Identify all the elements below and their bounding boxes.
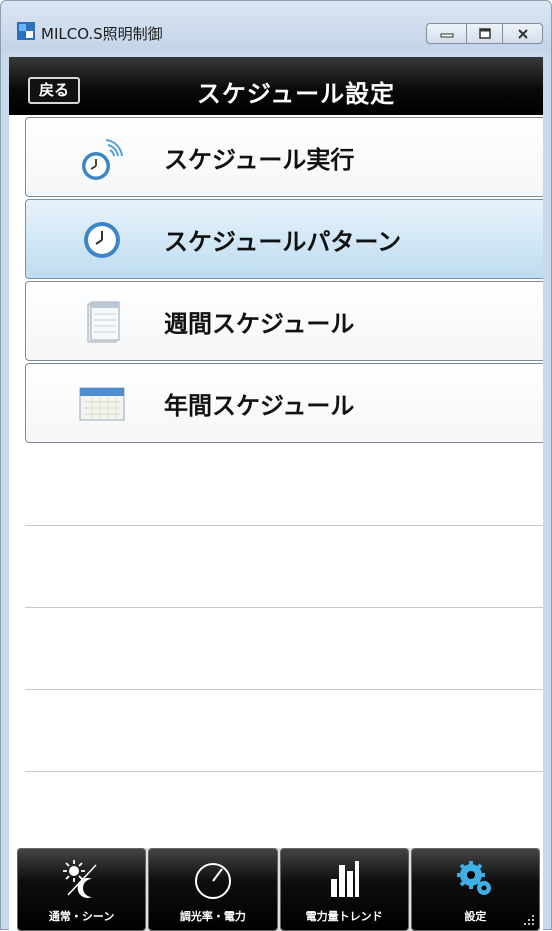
screen-header: 戻る スケジュール設定 bbox=[9, 57, 543, 115]
tab-label: 電力量トレンド bbox=[305, 910, 383, 923]
gear-icon bbox=[457, 861, 492, 895]
dial-gauge-icon bbox=[194, 863, 231, 899]
page-title: スケジュール設定 bbox=[196, 80, 396, 108]
client-area: 戻る スケジュール設定 スケジュール実行 スケジュールパターン 週間スケジュール… bbox=[9, 57, 543, 931]
menu-label: 週間スケジュール bbox=[164, 310, 355, 338]
title-bar[interactable]: MILCO.S照明制御 bbox=[1, 1, 551, 51]
close-button[interactable] bbox=[503, 23, 543, 44]
list-separator bbox=[25, 525, 543, 526]
menu-item-yearly-schedule[interactable]: 年間スケジュール bbox=[25, 363, 543, 443]
clock-icon bbox=[84, 222, 120, 258]
tab-power-trend[interactable]: 電力量トレンド bbox=[279, 848, 409, 931]
window-title: MILCO.S照明制御 bbox=[41, 25, 163, 43]
menu-label: スケジュール実行 bbox=[164, 146, 355, 174]
weekly-calendar-icon bbox=[87, 301, 120, 343]
menu-item-schedule-pattern[interactable]: スケジュールパターン bbox=[25, 199, 543, 279]
app-logo-icon bbox=[17, 22, 35, 40]
sun-moon-icon bbox=[62, 860, 97, 898]
schedule-run-clock-icon bbox=[82, 139, 123, 180]
tab-label: 通常・シーン bbox=[48, 910, 115, 923]
menu-label: スケジュールパターン bbox=[164, 228, 402, 256]
tab-label: 設定 bbox=[464, 910, 487, 923]
list-separator bbox=[25, 689, 543, 690]
yearly-calendar-icon bbox=[79, 387, 125, 421]
tab-settings[interactable]: 設定 bbox=[410, 848, 540, 931]
tab-label: 調光率・電力 bbox=[179, 910, 246, 923]
bar-chart-icon bbox=[331, 861, 360, 897]
minimize-button[interactable] bbox=[426, 23, 467, 44]
app-window: MILCO.S照明制御 戻る スケジュール設定 スケジュール実行 スケジュールパ… bbox=[0, 0, 552, 931]
maximize-button[interactable] bbox=[467, 23, 503, 44]
bottom-nav: 通常・シーン 調光率・電力 電力量トレンド 設定 bbox=[17, 848, 540, 931]
menu-item-weekly-schedule[interactable]: 週間スケジュール bbox=[25, 281, 543, 361]
list-separator bbox=[25, 607, 543, 608]
resize-grip-icon[interactable] bbox=[521, 912, 535, 926]
tab-dimming-power[interactable]: 調光率・電力 bbox=[148, 848, 278, 931]
minimize-icon bbox=[440, 33, 453, 37]
menu-item-schedule-run[interactable]: スケジュール実行 bbox=[25, 117, 543, 197]
list-separator bbox=[25, 771, 543, 772]
close-icon bbox=[517, 28, 528, 39]
tab-normal-scene[interactable]: 通常・シーン bbox=[17, 848, 147, 931]
maximize-icon bbox=[478, 27, 491, 39]
menu-label: 年間スケジュール bbox=[164, 392, 355, 420]
